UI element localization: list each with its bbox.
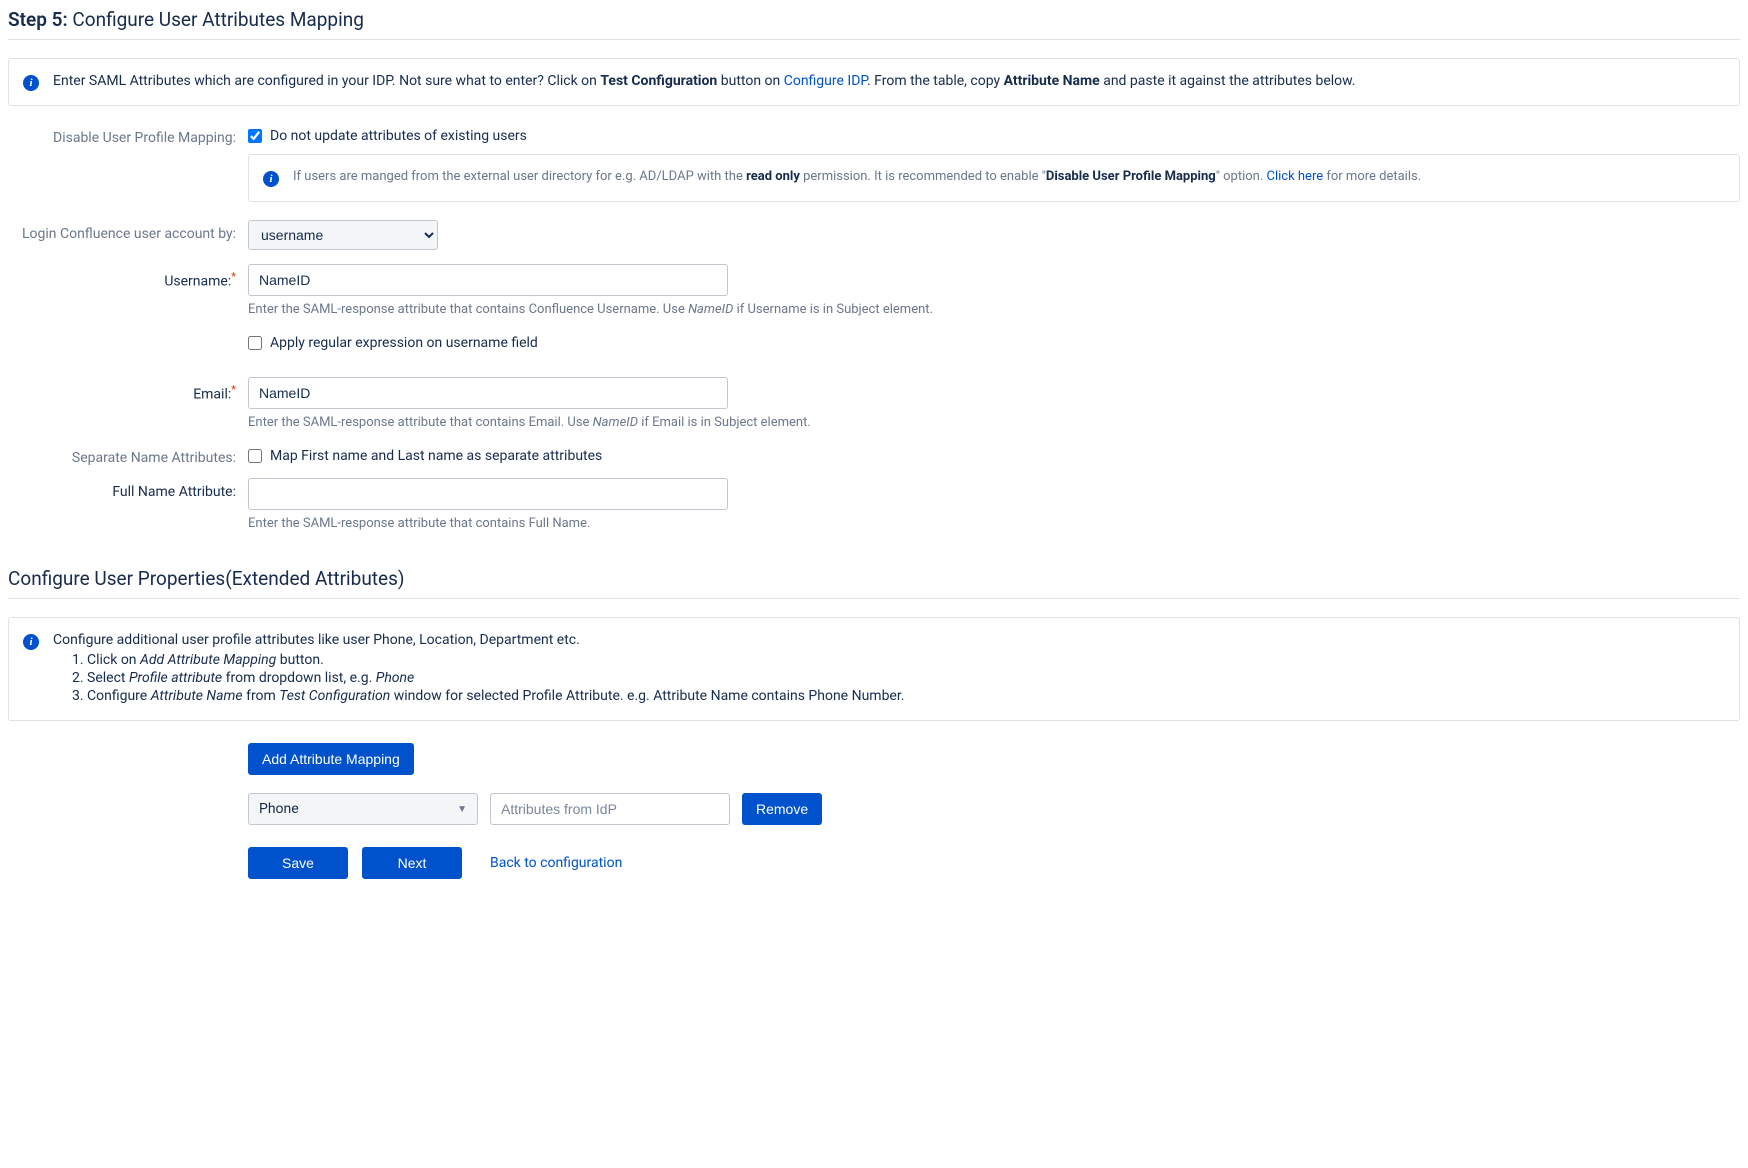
info-text-part: and paste it against the attributes belo… bbox=[1100, 73, 1356, 89]
info-text-part: Enter SAML Attributes which are configur… bbox=[53, 73, 600, 89]
attributes-info-box: i Enter SAML Attributes which are config… bbox=[8, 58, 1740, 106]
step-number: Step 5: bbox=[8, 8, 68, 31]
info-text-part: . From the table, copy bbox=[867, 73, 1004, 89]
info-text-part: for more details. bbox=[1323, 169, 1421, 184]
extended-steps-list: Click on Add Attribute Mapping button. S… bbox=[87, 652, 904, 704]
disable-mapping-checkbox-label: Do not update attributes of existing use… bbox=[270, 128, 527, 144]
info-icon: i bbox=[23, 75, 39, 91]
email-label: Email:* bbox=[8, 377, 248, 403]
disable-mapping-info-box: i If users are manged from the external … bbox=[248, 154, 1740, 202]
list-item: Click on Add Attribute Mapping button. bbox=[87, 652, 904, 668]
step-heading: Step 5: Configure User Attributes Mappin… bbox=[8, 8, 1740, 31]
info-bold: read only bbox=[746, 169, 800, 184]
separate-name-checkbox-line[interactable]: Map First name and Last name as separate… bbox=[248, 444, 1740, 464]
info-icon: i bbox=[263, 171, 279, 187]
full-name-label: Full Name Attribute: bbox=[8, 478, 248, 500]
info-icon: i bbox=[23, 634, 39, 650]
username-label: Username:* bbox=[8, 264, 248, 290]
back-to-configuration-link[interactable]: Back to configuration bbox=[476, 847, 636, 879]
extended-info-text: Configure additional user profile attrib… bbox=[53, 632, 904, 706]
action-buttons: Save Next Back to configuration bbox=[248, 847, 1740, 879]
login-by-label: Login Confluence user account by: bbox=[8, 220, 248, 242]
profile-attribute-select[interactable]: Phone ▼ bbox=[248, 793, 478, 825]
full-name-input[interactable] bbox=[248, 478, 728, 510]
separate-name-checkbox[interactable] bbox=[248, 449, 262, 463]
username-help: Enter the SAML-response attribute that c… bbox=[248, 302, 1740, 317]
info-bold: Test Configuration bbox=[600, 73, 717, 89]
info-text-part: button on bbox=[717, 73, 783, 89]
divider bbox=[8, 39, 1740, 40]
extended-section-title: Configure User Properties(Extended Attri… bbox=[8, 567, 1740, 590]
divider bbox=[8, 598, 1740, 599]
next-button[interactable]: Next bbox=[362, 847, 462, 879]
add-attribute-mapping-button[interactable]: Add Attribute Mapping bbox=[248, 743, 414, 775]
step-title-text: Configure User Attributes Mapping bbox=[72, 8, 364, 31]
disable-mapping-checkbox[interactable] bbox=[248, 129, 262, 143]
separate-name-checkbox-label: Map First name and Last name as separate… bbox=[270, 448, 602, 464]
username-input[interactable] bbox=[248, 264, 728, 296]
profile-attribute-value: Phone bbox=[259, 801, 299, 817]
separate-name-label: Separate Name Attributes: bbox=[8, 444, 248, 466]
regex-checkbox[interactable] bbox=[248, 336, 262, 350]
attributes-info-text: Enter SAML Attributes which are configur… bbox=[53, 73, 1356, 89]
email-help: Enter the SAML-response attribute that c… bbox=[248, 415, 1740, 430]
extended-info-box: i Configure additional user profile attr… bbox=[8, 617, 1740, 721]
save-button[interactable]: Save bbox=[248, 847, 348, 879]
disable-mapping-label: Disable User Profile Mapping: bbox=[8, 124, 248, 146]
list-item: Configure Attribute Name from Test Confi… bbox=[87, 688, 904, 704]
configure-idp-link[interactable]: Configure IDP bbox=[784, 73, 867, 89]
full-name-help: Enter the SAML-response attribute that c… bbox=[248, 516, 1740, 531]
info-text-part: " option. bbox=[1216, 169, 1267, 184]
login-by-select[interactable]: username bbox=[248, 220, 438, 250]
chevron-down-icon: ▼ bbox=[457, 804, 467, 815]
disable-mapping-checkbox-line[interactable]: Do not update attributes of existing use… bbox=[248, 124, 1740, 144]
info-text-part: If users are manged from the external us… bbox=[293, 169, 746, 184]
extended-intro: Configure additional user profile attrib… bbox=[53, 632, 904, 648]
idp-attribute-input[interactable] bbox=[490, 793, 730, 825]
click-here-link[interactable]: Click here bbox=[1266, 169, 1323, 184]
list-item: Select Profile attribute from dropdown l… bbox=[87, 670, 904, 686]
email-input[interactable] bbox=[248, 377, 728, 409]
regex-checkbox-line[interactable]: Apply regular expression on username fie… bbox=[248, 331, 1740, 351]
remove-mapping-button[interactable]: Remove bbox=[742, 793, 822, 825]
info-bold: Attribute Name bbox=[1004, 73, 1100, 89]
disable-mapping-info-text: If users are manged from the external us… bbox=[293, 169, 1421, 184]
info-text-part: permission. It is recommended to enable … bbox=[800, 169, 1046, 184]
regex-checkbox-label: Apply regular expression on username fie… bbox=[270, 335, 538, 351]
attribute-mapping-row: Phone ▼ Remove bbox=[248, 793, 1740, 825]
info-bold: Disable User Profile Mapping bbox=[1046, 169, 1216, 184]
